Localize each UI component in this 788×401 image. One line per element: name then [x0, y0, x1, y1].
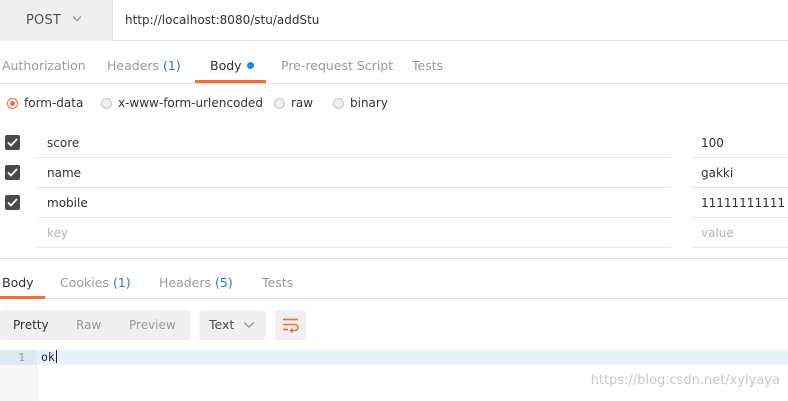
tab-count: (5)	[215, 275, 233, 290]
check-icon	[7, 138, 18, 147]
table-row: mobile 11111111111	[0, 188, 788, 218]
active-line-highlight	[37, 350, 788, 365]
radio-binary[interactable]: binary	[333, 96, 388, 110]
method-dropdown[interactable]: POST	[0, 0, 113, 41]
format-label: Text	[209, 317, 235, 332]
radio-label: x-www-form-urlencoded	[118, 96, 263, 110]
tab-response-tests[interactable]: Tests	[262, 275, 293, 290]
tab-label: Cookies	[60, 275, 109, 290]
tab-cookies[interactable]: Cookies (1)	[60, 275, 131, 290]
active-tab-underline	[0, 296, 45, 299]
text-cursor	[55, 350, 57, 363]
view-preview-button[interactable]: Preview	[129, 318, 176, 332]
tab-label: Tests	[412, 58, 444, 73]
value-field[interactable]: 11111111111	[691, 188, 788, 218]
tab-count: (1)	[163, 58, 181, 73]
radio-form-data[interactable]: form-data	[7, 96, 83, 110]
line-number: 1	[0, 350, 37, 365]
body-type-options: form-data x-www-form-urlencoded raw bina…	[0, 84, 788, 124]
value-field[interactable]: gakki	[691, 158, 788, 188]
url-input[interactable]: http://localhost:8080/stu/addStu	[125, 13, 319, 27]
tab-label: Pre-request Script	[281, 58, 394, 73]
new-key-input[interactable]: key	[37, 218, 671, 248]
tab-label: Body	[210, 58, 242, 73]
key-field[interactable]: name	[37, 158, 671, 188]
view-mode-selector: Pretty Raw Preview	[0, 310, 190, 340]
tab-label: Tests	[262, 275, 294, 290]
wrap-lines-button[interactable]	[275, 310, 306, 340]
check-icon	[7, 168, 18, 177]
tab-tests[interactable]: Tests	[412, 58, 443, 73]
view-pretty-button[interactable]: Pretty	[13, 318, 49, 332]
view-raw-button[interactable]: Raw	[76, 318, 101, 332]
watermark: https://blog.csdn.net/xylyaya	[590, 373, 780, 388]
radio-raw[interactable]: raw	[274, 96, 313, 110]
tab-headers[interactable]: Headers (1)	[107, 58, 181, 73]
new-value-input[interactable]: value	[691, 218, 788, 248]
radio-icon	[274, 97, 285, 109]
modified-dot-icon	[246, 62, 254, 69]
row-checkbox[interactable]	[5, 195, 20, 210]
tab-authorization[interactable]: Authorization	[2, 58, 86, 73]
row-checkbox[interactable]	[5, 135, 20, 150]
radio-x-www-form-urlencoded[interactable]: x-www-form-urlencoded	[101, 96, 263, 110]
row-checkbox[interactable]	[5, 165, 20, 180]
radio-label: raw	[291, 96, 314, 110]
request-tabs: Authorization Headers (1) Body Pre-reque…	[0, 41, 788, 84]
radio-selected-icon	[7, 97, 18, 109]
radio-icon	[333, 97, 344, 109]
tab-label: Body	[2, 275, 34, 290]
form-data-table: score 100 name gakki mobile 11111111111 …	[0, 128, 788, 248]
active-tab-underline	[195, 80, 266, 83]
table-row-new: key value	[0, 218, 788, 248]
tab-label: Authorization	[2, 58, 86, 73]
radio-label: binary	[350, 96, 388, 110]
check-icon	[7, 198, 18, 207]
method-label: POST	[26, 13, 62, 28]
wrap-lines-icon	[283, 318, 299, 333]
table-row: name gakki	[0, 158, 788, 188]
tab-pre-request-script[interactable]: Pre-request Script	[281, 58, 393, 73]
chevron-down-icon	[72, 16, 82, 22]
format-dropdown[interactable]: Text	[199, 310, 266, 340]
tab-body[interactable]: Body	[210, 58, 254, 73]
response-tabs: Body Cookies (1) Headers (5) Tests	[0, 259, 788, 299]
response-text: ok	[41, 350, 55, 364]
table-row: score 100	[0, 128, 788, 158]
value-field[interactable]: 100	[691, 128, 788, 158]
key-field[interactable]: mobile	[37, 188, 671, 218]
tab-response-body[interactable]: Body	[2, 275, 34, 290]
url-bar: POST http://localhost:8080/stu/addStu	[0, 0, 788, 41]
tab-label: Headers	[107, 58, 160, 73]
chevron-down-icon	[243, 321, 255, 328]
radio-icon	[101, 97, 112, 109]
response-line: ok	[41, 350, 57, 365]
tab-response-headers[interactable]: Headers (5)	[159, 275, 233, 290]
tab-label: Headers	[159, 275, 212, 290]
radio-label: form-data	[24, 96, 84, 110]
tab-count: (1)	[112, 275, 131, 290]
response-toolbar: Pretty Raw Preview Text	[0, 310, 788, 340]
key-field[interactable]: score	[37, 128, 671, 158]
